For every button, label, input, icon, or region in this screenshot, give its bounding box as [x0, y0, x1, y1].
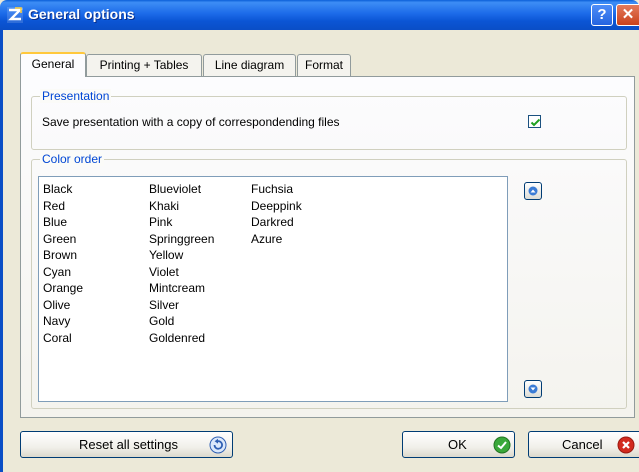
save-presentation-label: Save presentation with a copy of corresp…	[42, 115, 340, 129]
color-column-1: Black Red Blue Green Brown Cyan Orange O…	[43, 181, 83, 346]
list-item[interactable]: Silver	[149, 297, 214, 314]
color-order-list[interactable]: Black Red Blue Green Brown Cyan Orange O…	[38, 176, 508, 402]
window-title: General options	[28, 6, 135, 22]
list-item[interactable]: Navy	[43, 313, 83, 330]
ok-button[interactable]: OK	[402, 431, 515, 458]
color-order-group-label: Color order	[40, 152, 105, 166]
list-item[interactable]: Olive	[43, 297, 83, 314]
list-item[interactable]: Blueviolet	[149, 181, 214, 198]
list-item[interactable]: Khaki	[149, 198, 214, 215]
save-presentation-checkbox[interactable]	[528, 115, 541, 128]
tab-printing-tables[interactable]: Printing + Tables	[86, 54, 202, 76]
list-item[interactable]: Pink	[149, 214, 214, 231]
color-column-3: Fuchsia Deeppink Darkred Azure	[251, 181, 302, 247]
cancel-button-label: Cancel	[562, 437, 603, 452]
list-item[interactable]: Fuchsia	[251, 181, 302, 198]
close-button[interactable]: ✕	[616, 4, 639, 26]
list-item[interactable]: Orange	[43, 280, 83, 297]
ok-button-label: OK	[448, 437, 467, 452]
reset-button-label: Reset all settings	[79, 437, 178, 452]
tab-general[interactable]: General	[20, 52, 86, 77]
list-item[interactable]: Violet	[149, 264, 214, 281]
presentation-group: Presentation Save presentation with a co…	[31, 89, 627, 150]
undo-icon	[209, 436, 227, 454]
checkmark-icon	[493, 436, 511, 454]
list-item[interactable]: Red	[43, 198, 83, 215]
list-item[interactable]: Yellow	[149, 247, 214, 264]
presentation-group-label: Presentation	[40, 89, 112, 103]
tab-panel-general: Presentation Save presentation with a co…	[20, 76, 635, 418]
list-item[interactable]: Springgreen	[149, 231, 214, 248]
list-item[interactable]: Black	[43, 181, 83, 198]
app-icon	[7, 7, 23, 23]
move-up-button[interactable]	[524, 182, 542, 200]
list-item[interactable]: Cyan	[43, 264, 83, 281]
cancel-button[interactable]: Cancel	[528, 431, 639, 458]
list-item[interactable]: Brown	[43, 247, 83, 264]
tab-line-diagram[interactable]: Line diagram	[203, 54, 296, 76]
list-item[interactable]: Azure	[251, 231, 302, 248]
list-item[interactable]: Gold	[149, 313, 214, 330]
tab-format[interactable]: Format	[297, 54, 351, 76]
arrow-down-icon	[528, 384, 538, 394]
color-column-2: Blueviolet Khaki Pink Springgreen Yellow…	[149, 181, 214, 346]
title-bar: General options ? ✕	[0, 0, 639, 30]
list-item[interactable]: Goldenred	[149, 330, 214, 347]
checkmark-icon	[530, 118, 541, 127]
list-item[interactable]: Coral	[43, 330, 83, 347]
cancel-x-icon	[617, 436, 635, 454]
list-item[interactable]: Mintcream	[149, 280, 214, 297]
list-item[interactable]: Blue	[43, 214, 83, 231]
reset-all-settings-button[interactable]: Reset all settings	[20, 431, 233, 458]
list-item[interactable]: Darkred	[251, 214, 302, 231]
move-down-button[interactable]	[524, 380, 542, 398]
help-button[interactable]: ?	[591, 4, 613, 26]
list-item[interactable]: Green	[43, 231, 83, 248]
arrow-up-icon	[528, 186, 538, 196]
color-order-group: Color order Black Red Blue Green Brown C…	[31, 152, 627, 409]
list-item[interactable]: Deeppink	[251, 198, 302, 215]
